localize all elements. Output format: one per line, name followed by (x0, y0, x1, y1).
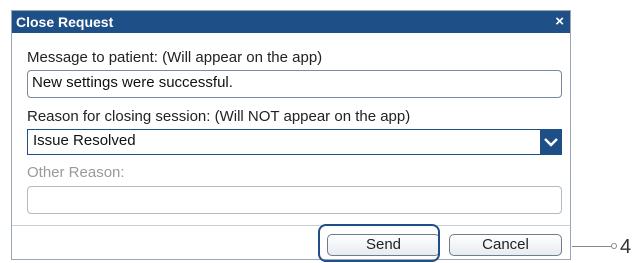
close-request-dialog: Close Request × Message to patient: (Wil… (11, 10, 571, 260)
other-reason-label: Other Reason: (27, 164, 125, 181)
chevron-down-icon[interactable] (540, 129, 562, 155)
reason-selected-value: Issue Resolved (33, 132, 136, 149)
message-input[interactable]: New settings were successful. (27, 70, 562, 98)
dialog-title: Close Request (16, 14, 114, 30)
send-button-highlight (318, 224, 440, 262)
cancel-button[interactable]: Cancel (449, 234, 562, 256)
dialog-divider (12, 225, 570, 226)
close-icon[interactable]: × (555, 13, 564, 30)
callout-line (572, 246, 612, 247)
callout-dot (611, 243, 617, 249)
other-reason-input[interactable] (27, 186, 562, 214)
reason-select[interactable]: Issue Resolved (27, 129, 562, 155)
message-label: Message to patient: (Will appear on the … (27, 49, 323, 66)
callout-number: 4 (620, 236, 632, 258)
reason-label: Reason for closing session: (Will NOT ap… (27, 108, 411, 125)
dialog-titlebar: Close Request × (12, 11, 570, 33)
